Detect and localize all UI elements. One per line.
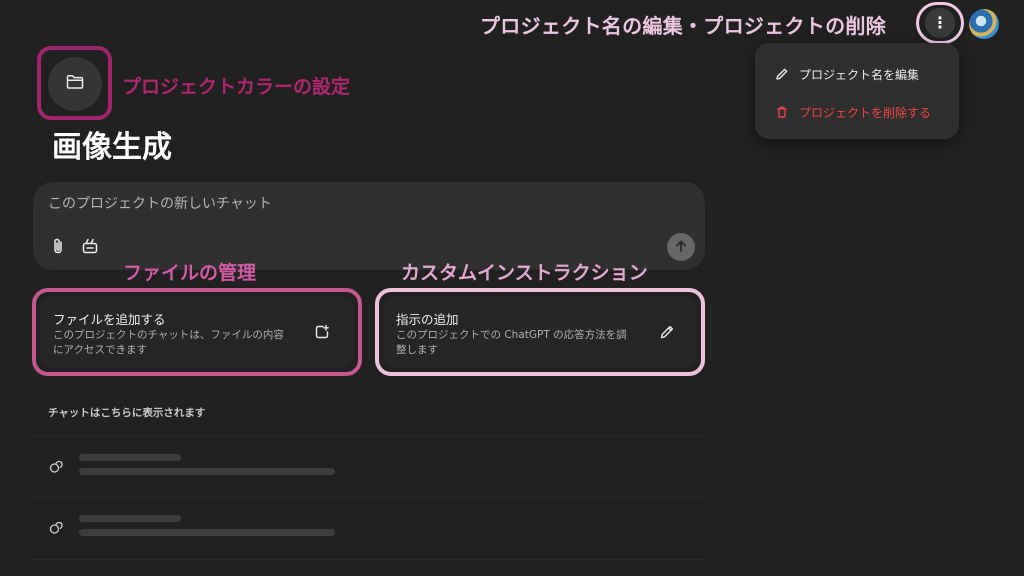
menu-item-rename-project[interactable]: プロジェクト名を編集	[755, 55, 959, 93]
menu-item-delete-project[interactable]: プロジェクトを削除する	[755, 93, 959, 131]
pencil-icon	[659, 324, 675, 340]
menu-item-label: プロジェクト名を編集	[799, 67, 920, 82]
chat-bubbles-icon	[48, 520, 64, 536]
trash-icon	[775, 105, 789, 119]
tools-icon[interactable]	[81, 237, 99, 255]
arrow-up-icon	[674, 238, 688, 257]
card-description: このプロジェクトでの ChatGPT の応答方法を調整します	[396, 329, 627, 356]
card-title: 指示の追加	[396, 312, 459, 327]
project-page: プロジェクト名の編集・プロジェクトの削除 ⋮ プロジェクト名を編集 プロジェクト…	[0, 0, 1024, 576]
chat-placeholder-row	[33, 436, 705, 498]
project-options-menu: プロジェクト名を編集 プロジェクトを削除する	[755, 43, 959, 139]
annotation-custom-instruction: カスタムインストラクション	[401, 262, 648, 284]
annotation-project-menu: プロジェクト名の編集・プロジェクトの削除	[480, 14, 886, 38]
chats-section-label: チャットはこちらに表示されます	[48, 407, 206, 419]
skeleton-line	[79, 515, 181, 522]
vertical-ellipsis-icon: ⋮	[932, 13, 948, 32]
pencil-icon	[775, 67, 789, 81]
card-description: このプロジェクトのチャットは、ファイルの内容にアクセスできます	[53, 329, 284, 356]
menu-item-label: プロジェクトを削除する	[799, 105, 932, 120]
chat-placeholder-row	[33, 498, 705, 560]
add-file-icon	[314, 324, 330, 340]
chat-composer	[33, 182, 705, 270]
avatar[interactable]	[969, 9, 999, 39]
annotation-project-color: プロジェクトカラーの設定	[122, 76, 351, 98]
add-files-card[interactable]: ファイルを追加する このプロジェクトのチャットは、ファイルの内容にアクセスできま…	[40, 296, 354, 368]
page-title: 画像生成	[52, 130, 172, 165]
send-button[interactable]	[667, 233, 695, 261]
card-title: ファイルを追加する	[53, 312, 166, 327]
new-chat-input[interactable]	[48, 196, 648, 212]
chat-bubbles-icon	[48, 459, 64, 475]
paperclip-icon[interactable]	[50, 237, 66, 255]
annotation-file-management: ファイルの管理	[123, 262, 257, 284]
add-instructions-card[interactable]: 指示の追加 このプロジェクトでの ChatGPT の応答方法を調整します	[383, 296, 697, 368]
skeleton-line	[79, 454, 181, 461]
skeleton-line	[79, 468, 335, 475]
skeleton-line	[79, 529, 335, 536]
project-color-button[interactable]	[48, 57, 102, 111]
more-options-button[interactable]: ⋮	[925, 8, 955, 38]
folder-icon	[66, 74, 84, 94]
